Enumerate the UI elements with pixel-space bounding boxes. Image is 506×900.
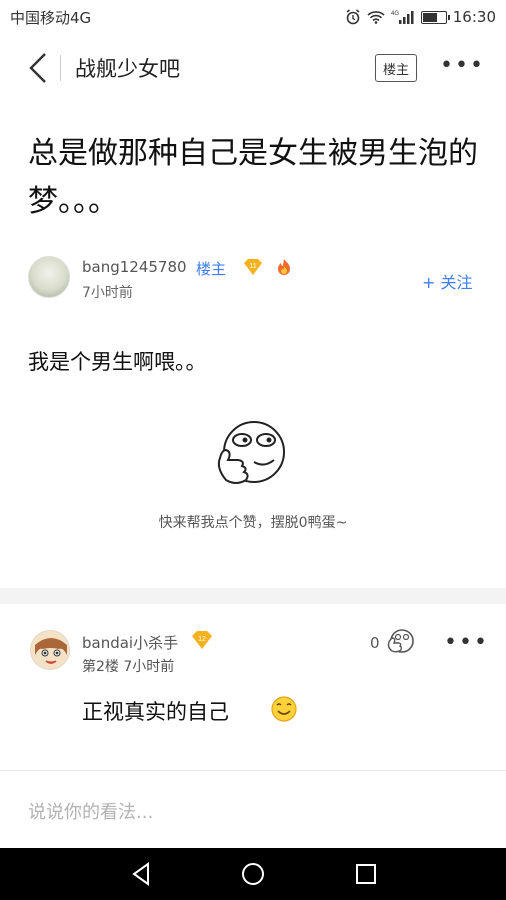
level-badge-icon: 11 (244, 259, 262, 275)
back-triangle-icon[interactable] (128, 860, 156, 888)
comment-input[interactable]: 说说你的看法... (28, 798, 153, 824)
reply-item: bandai小杀手 12 第2楼 7小时前 0 ••• 正视真实的自己 (0, 604, 506, 770)
post-author-row: bang1245780 楼主 11 7小时前 + 关注 (28, 256, 488, 302)
like-hint-text: 快来帮我点个赞，摆脱0鸭蛋~ (158, 515, 348, 531)
wifi-icon (367, 11, 385, 24)
smile-emoji-icon (271, 696, 297, 722)
back-icon[interactable] (24, 48, 52, 88)
reply-level-badge-number: 12 (198, 636, 206, 643)
forum-title[interactable]: 战舰少女吧 (75, 53, 180, 83)
recents-square-icon[interactable] (352, 860, 380, 888)
nav-divider (60, 55, 61, 81)
reply-text: 正视真实的自己 (82, 700, 229, 724)
alarm-icon (346, 9, 360, 25)
top-nav-bar: 战舰少女吧 楼主 ••• (0, 40, 506, 96)
svg-text:4G: 4G (391, 11, 399, 17)
author-name[interactable]: bang1245780 (82, 258, 187, 276)
only-op-button[interactable]: 楼主 (375, 54, 417, 82)
reply-more-options-icon[interactable]: ••• (444, 630, 489, 655)
more-options-icon[interactable]: ••• (440, 55, 483, 80)
clock: 16:30 (452, 8, 496, 26)
reply-level-badge-icon: 12 (192, 631, 212, 649)
reply-floor-time: 第2楼 7小时前 (82, 659, 175, 675)
reply-avatar[interactable] (30, 630, 70, 670)
signal-icon: 4G (391, 11, 414, 24)
system-navigation-bar (0, 848, 506, 900)
follow-button[interactable]: + 关注 (422, 269, 473, 293)
input-divider (0, 770, 506, 771)
post-title: 总是做那种自己是女生被男生泡的梦。。。 (28, 136, 478, 219)
battery-icon (420, 10, 450, 24)
thumbs-up-face-icon[interactable] (214, 418, 290, 488)
status-icons: 4G 16:30 (345, 8, 496, 26)
post-body: 我是个男生啊喂。。 (28, 350, 207, 374)
level-badge-number: 11 (249, 263, 256, 270)
like-count: 0 (370, 634, 380, 652)
reply-author-name[interactable]: bandai小杀手 (82, 632, 178, 653)
post-time: 7小时前 (82, 285, 133, 301)
section-divider (0, 588, 506, 604)
status-bar: 中国移动4G 4G 16:30 (0, 0, 506, 34)
carrier-label: 中国移动4G (10, 8, 92, 27)
author-avatar[interactable] (28, 256, 70, 298)
fire-badge-icon (278, 259, 290, 275)
op-tag: 楼主 (196, 260, 227, 278)
home-circle-icon[interactable] (239, 860, 267, 888)
like-icon[interactable] (386, 628, 416, 654)
